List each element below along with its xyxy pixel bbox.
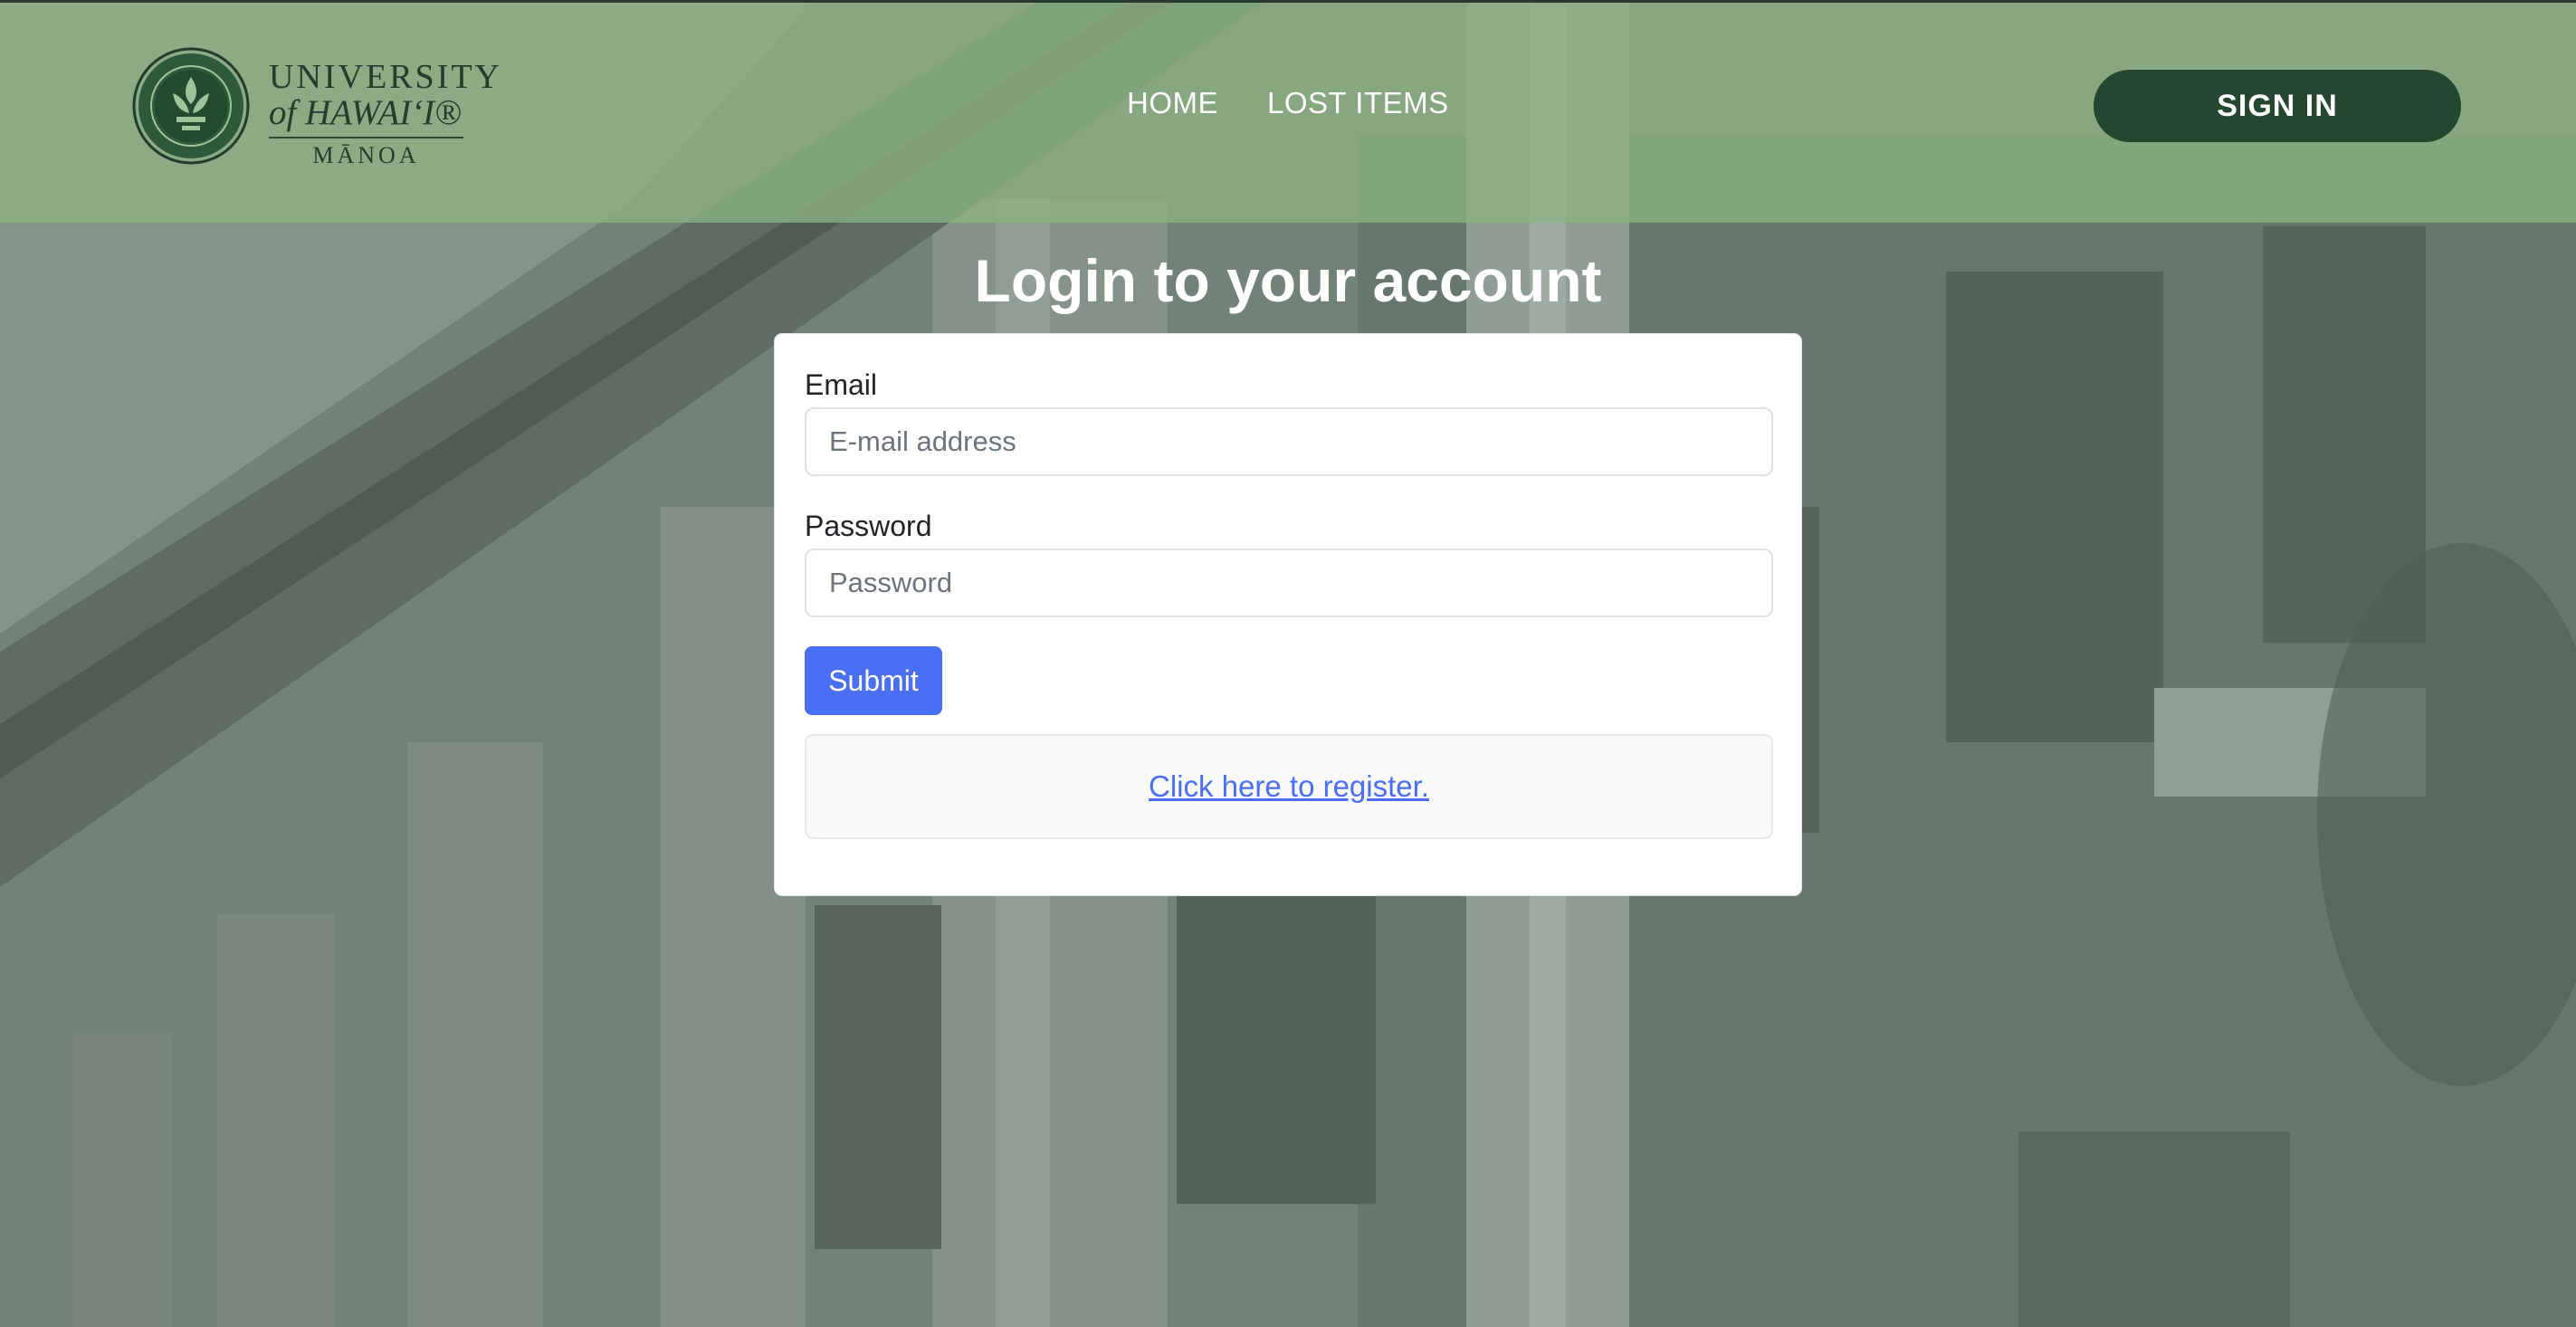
- password-field[interactable]: [805, 549, 1773, 617]
- top-navbar: UNIVERSITY of HAWAI‘I® MĀNOA HOME LOST I…: [0, 0, 2576, 223]
- email-label: Email: [805, 368, 878, 401]
- register-message-box: Click here to register.: [805, 734, 1773, 839]
- nav-link-lost-items[interactable]: LOST ITEMS: [1267, 86, 1449, 120]
- login-form-card: Email Password Submit Click here to regi…: [774, 333, 1802, 896]
- sign-in-button[interactable]: SIGN IN: [2094, 70, 2461, 142]
- page-title: Login to your account: [974, 247, 1602, 314]
- password-label: Password: [805, 510, 932, 542]
- university-seal-icon: [132, 47, 250, 165]
- register-link[interactable]: Click here to register.: [1149, 769, 1429, 804]
- logo-line-hawaii: of HAWAI‘I®: [269, 95, 463, 138]
- logo-line-manoa: MĀNOA: [312, 142, 420, 168]
- submit-button[interactable]: Submit: [805, 646, 942, 715]
- logo-line-university: UNIVERSITY: [269, 58, 502, 96]
- nav-link-home[interactable]: HOME: [1127, 86, 1218, 120]
- email-field[interactable]: [805, 407, 1773, 476]
- university-logo[interactable]: UNIVERSITY of HAWAI‘I® MĀNOA: [131, 46, 500, 168]
- logo-wordmark: UNIVERSITY of HAWAI‘I® MĀNOA: [269, 58, 502, 171]
